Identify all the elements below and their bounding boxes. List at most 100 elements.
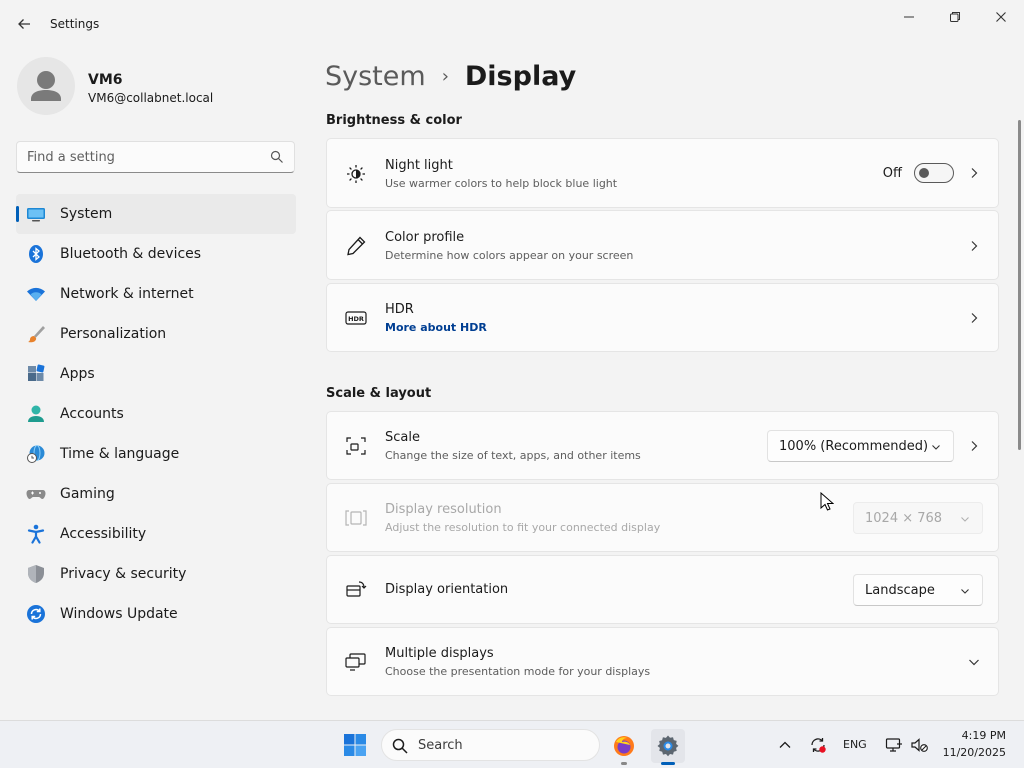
chevron-down-icon	[961, 517, 969, 522]
back-button[interactable]	[14, 14, 34, 34]
taskbar-search-label: Search	[418, 738, 463, 753]
sidebar-item-label: Accessibility	[60, 526, 147, 542]
night-light-toggle-state: Off	[882, 166, 902, 181]
multiple-displays-subtitle: Choose the presentation mode for your di…	[385, 665, 651, 678]
bluetooth-icon	[29, 245, 43, 263]
sidebar-nav: System Bluetooth & devices Network & int…	[16, 194, 296, 634]
resolution-dropdown-value: 1024 × 768	[865, 510, 943, 526]
tray-sync[interactable]	[808, 735, 828, 755]
orientation-dropdown-value: Landscape	[865, 582, 935, 598]
avatar[interactable]	[17, 57, 75, 115]
taskbar-active-indicator	[661, 762, 675, 765]
restore-button[interactable]	[940, 6, 970, 28]
taskbar-firefox[interactable]	[607, 729, 641, 765]
display-orientation-card[interactable]: Display orientation Landscape	[326, 555, 999, 624]
breadcrumb-separator: ›	[441, 65, 449, 87]
taskbar-search[interactable]: Search	[381, 729, 600, 761]
scale-dropdown[interactable]: 100% (Recommended)	[767, 430, 954, 462]
chevron-down-icon	[932, 445, 940, 450]
clock-date[interactable]: 11/20/2025	[930, 746, 1006, 759]
close-icon	[996, 12, 1006, 22]
tray-volume[interactable]	[909, 735, 929, 755]
sidebar-item-network[interactable]: Network & internet	[16, 274, 296, 314]
sidebar-item-label: Bluetooth & devices	[60, 246, 202, 262]
multiple-displays-title: Multiple displays	[385, 646, 494, 661]
firefox-icon	[614, 736, 634, 756]
breadcrumb: System › Display	[325, 58, 576, 94]
svg-text:HDR: HDR	[348, 315, 364, 323]
chevron-right-icon[interactable]	[968, 167, 980, 179]
gamepad-icon	[26, 490, 46, 499]
color-profile-subtitle: Determine how colors appear on your scre…	[385, 249, 634, 262]
search-input[interactable]	[27, 148, 267, 166]
multiple-displays-icon	[345, 653, 366, 671]
more-about-hdr-link[interactable]: More about HDR	[385, 321, 487, 334]
person-icon	[28, 405, 44, 422]
app-title: Settings	[50, 17, 100, 31]
user-name: VM6	[88, 72, 123, 88]
display-resolution-card: Display resolution Adjust the resolution…	[326, 483, 999, 552]
main-scrollbar[interactable]	[1018, 120, 1021, 450]
close-button[interactable]	[986, 6, 1016, 28]
settings-gear-icon	[657, 735, 679, 757]
taskbar-settings[interactable]	[651, 729, 685, 765]
chevron-down-icon[interactable]	[968, 656, 980, 668]
sidebar-item-label: Personalization	[60, 326, 167, 342]
hdr-title: HDR	[385, 302, 414, 317]
chevron-up-icon	[779, 741, 791, 748]
tray-overflow-button[interactable]	[775, 735, 795, 755]
sidebar-item-accounts[interactable]: Accounts	[16, 394, 296, 434]
section-title-brightness: Brightness & color	[326, 113, 462, 128]
section-title-scale-layout: Scale & layout	[326, 386, 432, 401]
hdr-card[interactable]: HDR HDR More about HDR	[326, 283, 999, 352]
chevron-right-icon[interactable]	[968, 440, 980, 452]
sidebar-item-time-language[interactable]: Time & language	[16, 434, 296, 474]
sidebar-item-bluetooth[interactable]: Bluetooth & devices	[16, 234, 296, 274]
sidebar-item-system[interactable]: System	[16, 194, 296, 234]
globe-clock-icon	[27, 445, 45, 463]
scale-card[interactable]: Scale Change the size of text, apps, and…	[326, 411, 999, 480]
toggle-knob	[919, 168, 929, 178]
breadcrumb-parent[interactable]: System	[325, 61, 426, 92]
pen-icon	[347, 236, 366, 256]
sidebar-item-label: Network & internet	[60, 286, 194, 302]
sidebar-item-accessibility[interactable]: Accessibility	[16, 514, 296, 554]
chevron-down-icon	[961, 589, 969, 594]
scale-icon	[346, 437, 366, 455]
night-light-card[interactable]: Night light Use warmer colors to help bl…	[326, 138, 999, 208]
sidebar-item-label: Apps	[60, 366, 95, 382]
minimize-icon	[904, 16, 914, 18]
language-indicator[interactable]: ENG	[843, 738, 867, 751]
sidebar-item-windows-update[interactable]: Windows Update	[16, 594, 296, 634]
apps-icon	[28, 364, 45, 381]
wifi-icon	[27, 287, 45, 301]
windows-start-icon[interactable]	[343, 733, 367, 757]
brush-icon	[28, 326, 45, 343]
orientation-dropdown[interactable]: Landscape	[853, 574, 983, 606]
sidebar-item-label: Accounts	[60, 406, 124, 422]
display-network-icon	[885, 738, 902, 752]
sidebar-item-apps[interactable]: Apps	[16, 354, 296, 394]
sidebar-item-privacy[interactable]: Privacy & security	[16, 554, 296, 594]
sidebar-item-personalization[interactable]: Personalization	[16, 314, 296, 354]
clock-time[interactable]: 4:19 PM	[944, 729, 1006, 742]
chevron-right-icon[interactable]	[968, 312, 980, 324]
tray-display[interactable]	[884, 735, 904, 755]
multiple-displays-card[interactable]: Multiple displays Choose the presentatio…	[326, 627, 999, 696]
display-resolution-title: Display resolution	[385, 502, 502, 517]
resolution-dropdown: 1024 × 768	[853, 502, 983, 534]
minimize-button[interactable]	[894, 6, 924, 28]
chevron-right-icon[interactable]	[968, 240, 980, 252]
accessibility-icon	[27, 524, 45, 544]
sync-alert-icon	[811, 738, 826, 753]
settings-search[interactable]	[16, 141, 295, 173]
speaker-muted-icon	[911, 738, 928, 752]
scale-dropdown-value: 100% (Recommended)	[779, 438, 929, 454]
user-email: VM6@collabnet.local	[88, 91, 214, 105]
search-icon	[392, 738, 408, 754]
person-avatar-icon	[31, 71, 61, 101]
night-light-toggle[interactable]	[914, 163, 954, 183]
color-profile-card[interactable]: Color profile Determine how colors appea…	[326, 210, 999, 280]
night-light-title: Night light	[385, 158, 453, 173]
sidebar-item-gaming[interactable]: Gaming	[16, 474, 296, 514]
